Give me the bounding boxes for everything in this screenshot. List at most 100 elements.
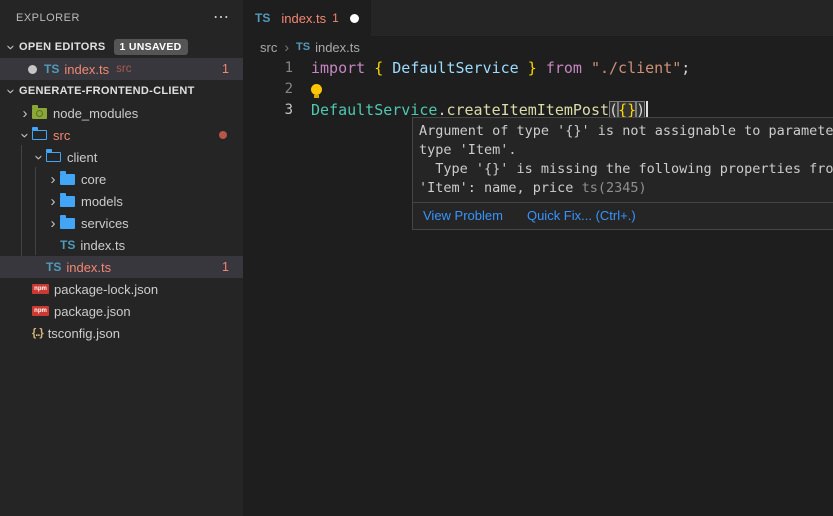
line-number: 3 <box>243 100 293 121</box>
tree-item-label: index.ts <box>80 238 125 253</box>
lightbulb-icon[interactable] <box>311 84 322 95</box>
tooltip-message: Argument of type '{}' is not assignable … <box>413 118 833 202</box>
tab-error-count: 1 <box>332 11 339 25</box>
chevron-right-icon: › <box>18 106 32 121</box>
tab-modified-dot-icon[interactable] <box>350 14 359 23</box>
tree-item-core[interactable]: › core <box>0 168 243 190</box>
code-token: DefaultService <box>392 59 518 77</box>
node-modules-folder-icon <box>32 108 47 119</box>
breadcrumb-folder[interactable]: src <box>260 40 277 55</box>
code-token <box>537 59 546 77</box>
code-token: import <box>311 59 365 77</box>
code-token: "./client" <box>591 59 681 77</box>
code-area[interactable]: 1 import { DefaultService } from "./clien… <box>243 58 833 121</box>
tooltip-message-line: type 'Item'. <box>419 141 833 160</box>
error-count-badge: 1 <box>222 62 229 76</box>
open-editors-section-header[interactable]: › OPEN EDITORS 1 UNSAVED <box>0 36 243 58</box>
code-token <box>383 59 392 77</box>
tooltip-message-line: Type '{}' is missing the following prope… <box>419 160 833 179</box>
folder-icon <box>60 174 75 185</box>
code-token: } <box>528 59 537 77</box>
view-problem-link[interactable]: View Problem <box>423 208 503 223</box>
tree-item-label: services <box>81 216 129 231</box>
unsaved-count-badge: 1 UNSAVED <box>114 39 188 55</box>
folder-icon <box>60 218 75 229</box>
open-editor-file-detail: src <box>116 63 131 75</box>
project-section-header[interactable]: › GENERATE-FRONTEND-CLIENT <box>0 80 243 102</box>
tooltip-message-line: Argument of type '{}' is not assignable … <box>419 122 833 141</box>
code-token <box>519 59 528 77</box>
chevron-right-icon: › <box>46 172 60 187</box>
chevron-right-icon: › <box>46 194 60 209</box>
typescript-icon: TS <box>296 41 310 53</box>
chevron-down-icon: › <box>4 84 19 98</box>
breadcrumb[interactable]: src › TS index.ts <box>243 36 833 58</box>
tab-bar: TS index.ts 1 <box>243 0 833 36</box>
folder-open-icon <box>32 130 47 140</box>
text-cursor <box>646 101 648 118</box>
tree-item-label: package-lock.json <box>54 282 158 297</box>
tree-item-tsconfig.json[interactable]: {..} tsconfig.json <box>0 322 243 344</box>
tree-item-label: src <box>53 128 70 143</box>
code-line[interactable]: 2 <box>243 79 833 100</box>
tree-item-label: node_modules <box>53 106 138 121</box>
line-number: 1 <box>243 58 293 79</box>
quick-fix-link[interactable]: Quick Fix... (Ctrl+.) <box>527 208 636 223</box>
json-braces-icon: {..} <box>32 327 43 339</box>
tree-item-services[interactable]: › services <box>0 212 243 234</box>
message-text: 'Item': name, price <box>419 180 582 196</box>
tree-item-package.json[interactable]: npm package.json <box>0 300 243 322</box>
tree-item-client[interactable]: › client <box>0 146 243 168</box>
modified-dot-icon <box>28 65 37 74</box>
code-token <box>582 59 591 77</box>
typescript-icon: TS <box>46 260 61 274</box>
tooltip-message-line: 'Item': name, price ts(2345) <box>419 179 833 198</box>
npm-icon: npm <box>32 284 49 294</box>
typescript-icon: TS <box>60 238 75 252</box>
chevron-down-icon: › <box>4 40 19 54</box>
tree-item-node_modules[interactable]: › node_modules <box>0 102 243 124</box>
editor-pane: TS index.ts 1 src › TS index.ts 1 import … <box>243 0 833 516</box>
code-token: { <box>374 59 383 77</box>
tree-item-label: client <box>67 150 97 165</box>
tree-item-index.ts[interactable]: TS index.ts 1 <box>0 256 243 278</box>
modified-indicator-icon <box>219 131 227 139</box>
tree-item-index.ts[interactable]: TS index.ts <box>0 234 243 256</box>
tree-item-package-lock.json[interactable]: npm package-lock.json <box>0 278 243 300</box>
error-count-badge: 1 <box>222 260 229 274</box>
open-editors-label: OPEN EDITORS <box>19 41 106 53</box>
project-name-label: GENERATE-FRONTEND-CLIENT <box>19 85 195 97</box>
tree-item-models[interactable]: ›models <box>0 190 243 212</box>
npm-icon: npm <box>32 306 49 316</box>
chevron-down-icon: › <box>32 150 47 164</box>
tooltip-actions: View Problem Quick Fix... (Ctrl+.) <box>413 202 833 229</box>
file-tree: ›node_modules›src›client›core›models›ser… <box>0 102 243 344</box>
vscode-window: EXPLORER ⋯ › OPEN EDITORS 1 UNSAVED TS i… <box>0 0 833 516</box>
tree-item-label: tsconfig.json <box>48 326 120 341</box>
explorer-title: EXPLORER <box>16 12 80 24</box>
message-text: Argument of type '{}' is not assignable … <box>419 123 833 139</box>
code-token: ; <box>681 59 690 77</box>
tree-item-label: package.json <box>54 304 131 319</box>
more-actions-icon[interactable]: ⋯ <box>213 10 229 26</box>
tree-item-src[interactable]: › src <box>0 124 243 146</box>
chevron-down-icon: › <box>18 128 33 142</box>
open-editor-item-index-ts[interactable]: TS index.ts src 1 <box>0 58 243 80</box>
folder-icon <box>60 196 75 207</box>
code-text: import { DefaultService } from "./client… <box>311 58 690 79</box>
tab-index-ts[interactable]: TS index.ts 1 <box>243 0 371 36</box>
code-line[interactable]: 1 import { DefaultService } from "./clien… <box>243 58 833 79</box>
tree-item-label: index.ts <box>66 260 111 275</box>
typescript-icon: TS <box>255 11 270 25</box>
folder-open-icon <box>46 152 61 162</box>
sidebar-header: EXPLORER ⋯ <box>0 0 243 36</box>
tree-item-label: core <box>81 172 106 187</box>
code-token <box>365 59 374 77</box>
tab-label: index.ts <box>281 11 326 26</box>
chevron-right-icon: › <box>46 216 60 231</box>
message-text: type 'Item'. <box>419 142 517 158</box>
explorer-sidebar: EXPLORER ⋯ › OPEN EDITORS 1 UNSAVED TS i… <box>0 0 243 516</box>
breadcrumb-file[interactable]: index.ts <box>315 40 360 55</box>
line-number: 2 <box>243 79 293 100</box>
message-text: Type '{}' is missing the following prope… <box>419 161 833 177</box>
